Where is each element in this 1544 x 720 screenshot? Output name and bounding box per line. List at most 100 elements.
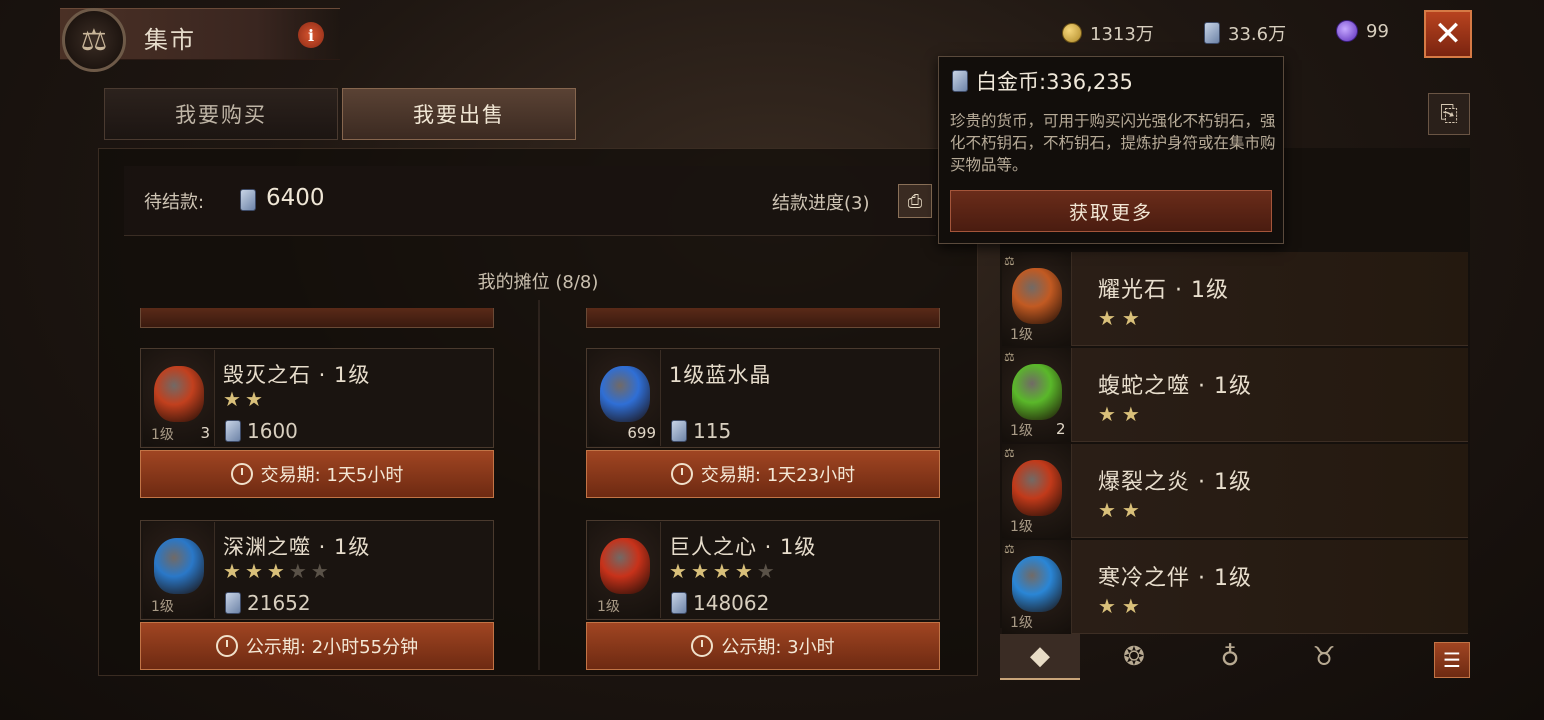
stall-card[interactable]: 1级 深渊之噬 · 1级 ★★★★★ 21652 bbox=[140, 520, 494, 620]
gold-currency[interactable]: 1313万 bbox=[1062, 20, 1154, 46]
pending-label: 待结款: bbox=[144, 192, 205, 213]
stall-card[interactable]: 1级 巨人之心 · 1级 ★★★★★ 148062 bbox=[586, 520, 940, 620]
platinum-coin-icon bbox=[1204, 22, 1220, 44]
timer-label: 交易期: 1天23小时 bbox=[700, 465, 856, 486]
star-icon: ★ bbox=[669, 559, 691, 583]
star-icon: ★ bbox=[310, 559, 333, 583]
platinum-coin-icon bbox=[240, 189, 256, 211]
star-icon: ★ bbox=[756, 559, 779, 583]
item-thumbnail: ⚖ 1级 bbox=[1002, 444, 1072, 538]
item-name: 毁灭之石 · 1级 bbox=[223, 363, 371, 387]
info-icon[interactable]: i bbox=[298, 22, 324, 48]
item-name: 1级蓝水晶 bbox=[669, 363, 772, 387]
close-button[interactable]: ✕ bbox=[1424, 10, 1472, 58]
demon-icon[interactable]: ♉ bbox=[1284, 634, 1364, 680]
item-name: 爆裂之炎 · 1级 bbox=[1098, 470, 1252, 495]
scales-icon: ⚖ bbox=[62, 8, 126, 72]
timer-button[interactable]: 公示期: 2小时55分钟 bbox=[140, 622, 494, 670]
item-thumbnail: ⚖ 1级 bbox=[1002, 252, 1072, 346]
gem-icon bbox=[1012, 556, 1062, 612]
pending-value: 6400 bbox=[266, 185, 325, 211]
star-icon: ★ bbox=[734, 559, 757, 583]
star-rating: ★★ bbox=[1098, 498, 1146, 522]
orb-icon bbox=[1336, 20, 1358, 42]
tooltip-header: 白金币:336,235 bbox=[952, 66, 1133, 96]
tab-buy[interactable]: 我要购买 bbox=[104, 88, 338, 140]
stall-row-stub bbox=[586, 308, 940, 328]
orb-currency[interactable]: 99 bbox=[1336, 20, 1389, 42]
item-name: 巨人之心 · 1级 bbox=[669, 535, 817, 559]
gem-icon bbox=[154, 538, 204, 594]
item-level: 1级 bbox=[1010, 423, 1033, 439]
gold-coin-icon bbox=[1062, 23, 1082, 43]
stall-row-stub bbox=[140, 308, 494, 328]
star-rating: ★★★★★ bbox=[669, 559, 779, 583]
timer-label: 公示期: 2小时55分钟 bbox=[245, 637, 419, 658]
gold-amount: 1313万 bbox=[1090, 24, 1154, 45]
list-item[interactable]: ⚖ 1级 爆裂之炎 · 1级 ★★ bbox=[1002, 444, 1468, 538]
star-icon: ★ bbox=[690, 559, 713, 583]
scales-icon: ⚖ bbox=[1004, 446, 1015, 460]
clock-icon bbox=[230, 463, 253, 485]
list-item[interactable]: ⚖ 1级 耀光石 · 1级 ★★ bbox=[1002, 252, 1468, 346]
item-thumbnail: ⚖ 1级 2 bbox=[1002, 348, 1072, 442]
star-icon: ★ bbox=[288, 559, 311, 583]
gem-icon bbox=[600, 366, 650, 422]
tooltip-description: 珍贵的货币，可用于购买闪光强化不朽钥石，强化不朽钥石，不朽钥石，提炼护身符或在集… bbox=[950, 112, 1276, 174]
star-rating: ★★★★★ bbox=[223, 559, 333, 583]
price-value: 21652 bbox=[247, 591, 311, 615]
platinum-currency[interactable]: 33.6万 bbox=[1204, 20, 1286, 46]
item-price: 148062 bbox=[671, 591, 769, 615]
item-price: 115 bbox=[671, 419, 731, 443]
item-thumbnail: 1级 3 bbox=[143, 350, 215, 446]
bag-icon[interactable]: ♁ bbox=[1190, 634, 1270, 680]
gem-icon bbox=[154, 366, 204, 422]
item-price: 21652 bbox=[225, 591, 311, 615]
platinum-coin-icon bbox=[671, 592, 687, 614]
list-item[interactable]: ⚖ 1级 2 蝮蛇之噬 · 1级 ★★ bbox=[1002, 348, 1468, 442]
scroll-icon: ⎙ bbox=[907, 190, 923, 212]
star-icon: ★ bbox=[244, 559, 267, 583]
dragon-icon[interactable]: ❂ bbox=[1094, 634, 1174, 680]
star-rating: ★★ bbox=[1098, 402, 1146, 426]
platinum-coin-icon bbox=[225, 592, 241, 614]
item-count: 2 bbox=[1056, 420, 1066, 438]
item-count: 699 bbox=[627, 424, 656, 442]
stall-card[interactable]: 699 1级蓝水晶 115 bbox=[586, 348, 940, 448]
item-name: 深渊之噬 · 1级 bbox=[223, 535, 371, 559]
scroll-icon-button[interactable]: ⎘ bbox=[1428, 93, 1470, 135]
timer-button[interactable]: 交易期: 1天23小时 bbox=[586, 450, 940, 498]
stall-card[interactable]: 1级 3 毁灭之石 · 1级 ★★ 1600 bbox=[140, 348, 494, 448]
item-level: 1级 bbox=[1010, 519, 1033, 535]
timer-button[interactable]: 交易期: 1天5小时 bbox=[140, 450, 494, 498]
tab-sell[interactable]: 我要出售 bbox=[342, 88, 576, 140]
list-item[interactable]: ⚖ 1级 寒冷之伴 · 1级 ★★ bbox=[1002, 540, 1468, 634]
scales-icon: ⚖ bbox=[1004, 542, 1015, 556]
star-icon: ★ bbox=[266, 559, 289, 583]
star-rating: ★★ bbox=[1098, 594, 1146, 618]
stall-title: 我的摊位 (8/8) bbox=[477, 272, 599, 293]
settlement-progress-button[interactable]: ⎙ bbox=[898, 184, 932, 218]
list-icon[interactable]: ☰ bbox=[1434, 642, 1470, 678]
get-more-button[interactable]: 获取更多 bbox=[950, 190, 1272, 232]
column-divider bbox=[538, 300, 540, 670]
item-level: 1级 bbox=[1010, 615, 1033, 631]
star-icon: ★ bbox=[244, 387, 267, 411]
item-level: 1级 bbox=[597, 599, 620, 615]
item-level: 1级 bbox=[151, 599, 174, 615]
gem-icon[interactable]: ◆ bbox=[1000, 634, 1080, 680]
platinum-coin-icon bbox=[952, 70, 968, 92]
star-rating: ★★ bbox=[1098, 306, 1146, 330]
item-level: 1级 bbox=[1010, 327, 1033, 343]
item-name: 耀光石 · 1级 bbox=[1098, 278, 1229, 303]
timer-button[interactable]: 公示期: 3小时 bbox=[586, 622, 940, 670]
price-value: 1600 bbox=[247, 419, 298, 443]
item-name: 蝮蛇之噬 · 1级 bbox=[1098, 374, 1252, 399]
timer-label: 交易期: 1天5小时 bbox=[260, 465, 404, 486]
item-thumbnail: 699 bbox=[589, 350, 661, 446]
item-thumbnail: 1级 bbox=[589, 522, 661, 618]
gem-icon bbox=[1012, 364, 1062, 420]
gem-icon bbox=[600, 538, 650, 594]
scales-icon: ⚖ bbox=[1004, 254, 1015, 268]
item-count: 3 bbox=[200, 424, 210, 442]
